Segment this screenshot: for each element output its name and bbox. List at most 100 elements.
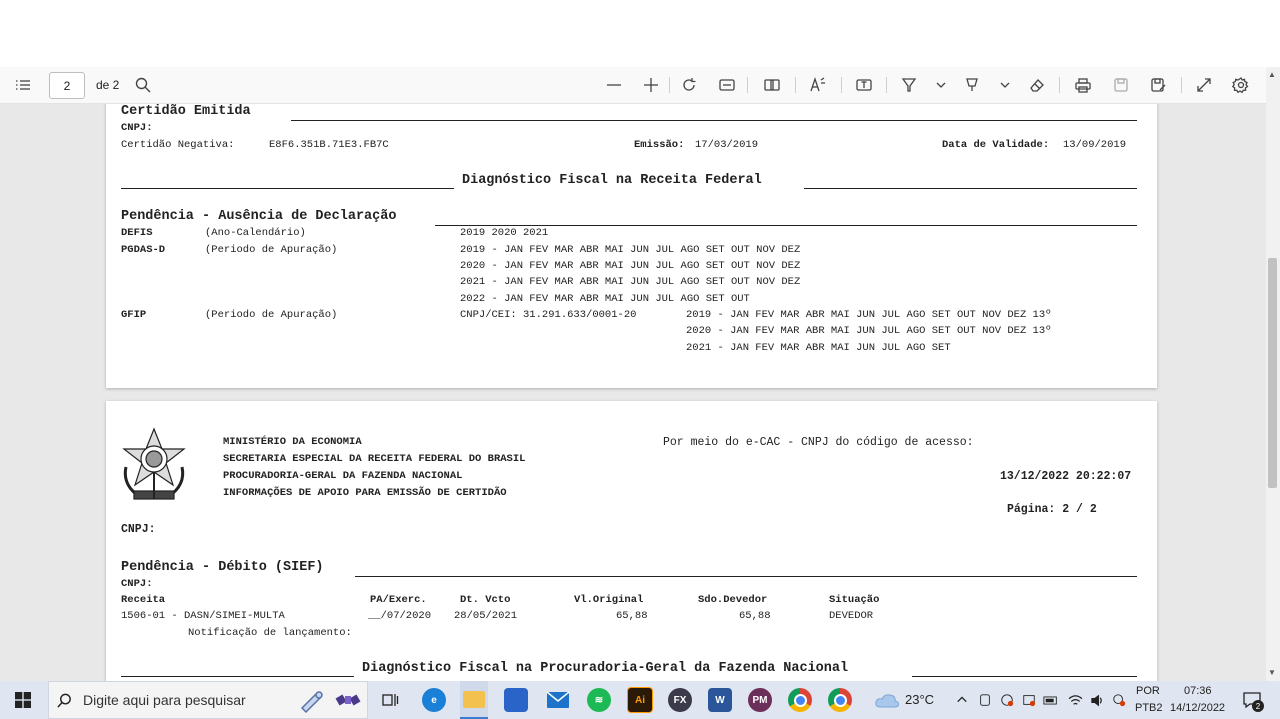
clock-time[interactable]: 07:36 [1184,685,1212,697]
windows-start-icon[interactable] [8,681,38,719]
diag-receita-heading: Diagnóstico Fiscal na Receita Federal [462,173,762,188]
keyboard-layout-indicator[interactable]: PTB2 [1135,702,1163,714]
heading-rule [804,188,1137,189]
heading-rule [435,225,1137,226]
chrome-icon[interactable] [786,681,814,719]
contents-list-icon[interactable] [10,67,36,103]
save-icon[interactable] [1109,67,1133,103]
read-aloud-icon[interactable] [806,67,830,103]
rotate-icon[interactable] [677,67,701,103]
chrome-profile-icon[interactable] [826,681,854,719]
row-desc: (Periodo de Apuração) [205,244,338,256]
row-desc: (Periodo de Apuração) [205,309,338,321]
row-code: DEFIS [121,227,153,239]
adobe-illustrator-icon[interactable]: Ai [626,681,654,719]
cnpj-label: CNPJ: [121,578,153,590]
fit-page-icon[interactable] [715,67,739,103]
toolbar-divider [795,77,796,93]
certidao-negativa-value: E8F6.351B.71E3.FB7C [269,139,389,151]
heading-rule [355,576,1137,577]
tray-alert-icon[interactable] [1020,681,1038,719]
table-cell: 1506-01 - DASN/SIMEI-MULTA [121,610,285,622]
gfip-line: 2019 - JAN FEV MAR ABR MAI JUN JUL AGO S… [686,309,1052,321]
row-detail: 2020 - JAN FEV MAR ABR MAI JUN JUL AGO S… [460,260,801,272]
pendencia-debito-heading: Pendência - Débito (SIEF) [121,560,324,575]
header-line: INFORMAÇÕES DE APOIO PARA EMISSÃO DE CER… [223,487,507,499]
page-total-label: de 2 [96,78,120,92]
gfip-line: 2020 - JAN FEV MAR ABR MAI JUN JUL AGO S… [686,325,1052,337]
table-cell: __/07/2020 [368,610,432,622]
microsoft-store-icon[interactable] [502,681,530,719]
language-indicator[interactable]: POR [1136,685,1160,697]
gfip-line: 2021 - JAN FEV MAR ABR MAI JUN JUL AGO S… [686,342,951,354]
scrollbar-thumb[interactable] [1268,258,1277,488]
pdf-page-2: MINISTÉRIO DA ECONOMIA SECRETARIA ESPECI… [106,401,1157,681]
zoom-in-icon[interactable] [639,67,663,103]
datetime: 13/12/2022 20:22:07 [1000,470,1132,483]
text-box-icon[interactable] [852,67,876,103]
pm-app-icon[interactable]: PM [746,681,774,719]
wifi-icon[interactable] [1066,681,1084,719]
word-icon[interactable]: W [706,681,734,719]
header-line: MINISTÉRIO DA ECONOMIA [223,436,362,448]
print-icon[interactable] [1071,67,1095,103]
search-icon [52,681,76,719]
weather-cloud-icon[interactable] [872,681,902,719]
table-header-sdodevedor: Sdo.Devedor [698,594,768,606]
pagina-label: Página: 2 / 2 [1007,503,1097,516]
settings-gear-icon[interactable] [1229,67,1253,103]
table-header-vloriginal: Vl.Original [574,594,644,606]
scroll-up-icon[interactable]: ▲ [1268,70,1276,79]
heading-rule [121,676,354,677]
chevron-down-icon[interactable] [996,67,1014,103]
toolbar-divider [886,77,887,93]
search-placeholder[interactable]: Digite aqui para pesquisar [83,692,246,708]
row-detail: CNPJ/CEI: 31.291.633/0001-20 [460,309,637,321]
toolbar-divider [1181,77,1182,93]
task-view-icon[interactable] [378,681,402,719]
table-cell: 28/05/2021 [454,610,518,622]
header-line: PROCURADORIA-GERAL DA FAZENDA NACIONAL [223,470,463,482]
row-code: PGDAS-D [121,244,166,256]
mail-icon[interactable] [544,681,572,719]
network-alert-icon[interactable] [1110,681,1128,719]
tray-app-icon[interactable] [976,681,994,719]
search-highlight-satellite-icon[interactable] [332,681,364,719]
eraser-icon[interactable] [1025,67,1049,103]
highlighter-icon[interactable] [897,67,921,103]
table-header-dtvcto: Dt. Vcto [460,594,511,606]
document-viewer[interactable]: Certidão Emitida CNPJ: Certidão Negativa… [0,104,1266,681]
notification-center-icon[interactable] [1238,681,1266,719]
validade-label: Data de Validade: [942,139,1050,151]
diag-pgfn-heading: Diagnóstico Fiscal na Procuradoria-Geral… [362,661,849,676]
row-detail: 2019 - JAN FEV MAR ABR MAI JUN JUL AGO S… [460,244,801,256]
clock-date[interactable]: 14/12/2022 [1170,702,1225,714]
search-icon[interactable] [131,67,155,103]
file-explorer-icon[interactable] [460,681,488,719]
row-detail: 2021 - JAN FEV MAR ABR MAI JUN JUL AGO S… [460,276,801,288]
pendencia-ausencia-heading: Pendência - Ausência de Declaração [121,209,397,224]
scroll-down-icon[interactable]: ▼ [1268,668,1276,677]
fx-app-icon[interactable]: FX [666,681,694,719]
page-number-input[interactable]: 2 [49,72,85,99]
volume-icon[interactable] [1088,681,1106,719]
notificacao-label: Notificação de lançamento: [188,627,352,639]
search-highlight-telescope-icon[interactable] [296,681,328,719]
battery-icon[interactable] [1042,681,1060,719]
chevron-down-icon[interactable] [932,67,950,103]
draw-icon[interactable] [960,67,984,103]
row-detail: 2022 - JAN FEV MAR ABR MAI JUN JUL AGO S… [460,293,750,305]
cnpj-label: CNPJ: [121,523,156,536]
fullscreen-icon[interactable] [1192,67,1216,103]
spotify-icon[interactable]: ≋ [585,681,613,719]
save-as-icon[interactable] [1146,67,1170,103]
page-view-icon[interactable] [760,67,784,103]
emissao-value: 17/03/2019 [695,139,759,151]
edge-browser-icon[interactable]: e [420,681,448,719]
row-code: GFIP [121,309,147,321]
row-desc: (Ano-Calendário) [205,227,306,239]
weather-temp[interactable]: 23°C [905,692,934,707]
zoom-out-icon[interactable] [602,67,626,103]
tray-cloud-icon[interactable] [998,681,1016,719]
chevron-up-icon[interactable] [954,681,970,719]
